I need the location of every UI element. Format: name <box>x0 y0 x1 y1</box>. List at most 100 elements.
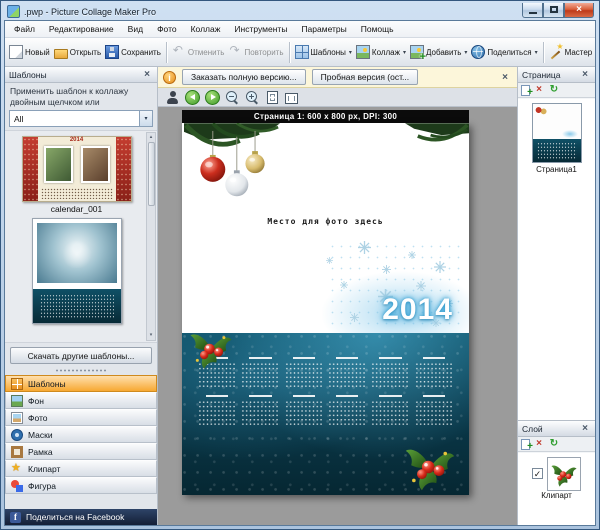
trial-version-button[interactable]: Пробная версия (ост... <box>312 69 419 85</box>
window-controls <box>522 3 594 18</box>
template-calendar-grid <box>41 188 113 199</box>
dropdown-arrow-icon[interactable] <box>403 49 406 56</box>
canvas-area[interactable]: Страница 1: 600 x 800 px, DPI: 300 <box>158 107 517 525</box>
window-title: .pwp - Picture Collage Maker Pro <box>24 7 518 17</box>
navigate-back-icon[interactable] <box>185 90 200 105</box>
close-panel-icon[interactable] <box>579 423 591 434</box>
chevron-down-icon[interactable] <box>139 111 152 126</box>
holly-clipart-thumbnail <box>550 461 578 488</box>
template-list-scrollbar[interactable] <box>146 132 156 341</box>
scrollbar-thumb[interactable] <box>148 142 155 206</box>
christmas-ornaments-decoration[interactable] <box>184 123 280 208</box>
zoom-in-icon[interactable] <box>245 90 260 105</box>
year-text[interactable]: 2014 <box>382 293 453 327</box>
collage-page[interactable]: Место для фото здесь 2014 <box>182 123 469 495</box>
template-thumbnail-2[interactable] <box>32 218 122 324</box>
sidebar-section-frame[interactable]: Рамка <box>5 443 157 460</box>
delete-page-icon[interactable] <box>533 84 545 96</box>
actual-size-icon[interactable] <box>303 90 318 105</box>
toolbar-button-save[interactable]: Сохранить <box>103 43 163 61</box>
toolbar-button-collage[interactable]: Коллаж <box>354 43 408 61</box>
add-layer-icon[interactable] <box>521 439 530 450</box>
shape-section-icon <box>11 480 23 492</box>
toolbar-button-new-page[interactable]: Новый <box>7 43 52 61</box>
template-year-label: 2014 <box>23 137 131 143</box>
templates-panel-title: Шаблоны <box>9 70 47 80</box>
toolbar-button-redo[interactable]: Повторить <box>226 43 285 61</box>
toolbar-button-wizard[interactable]: Мастер <box>547 43 595 61</box>
template-list: 2014 calendar_001 <box>5 130 157 343</box>
trial-notification-bar: i Заказать полную версию... Пробная верс… <box>158 67 517 88</box>
menu-item-options[interactable]: Параметры <box>294 22 353 36</box>
calendar-months-grid <box>197 355 454 427</box>
menu-item-photo[interactable]: Фото <box>150 22 184 36</box>
scroll-down-icon[interactable] <box>150 331 153 340</box>
page-info-bar: Страница 1: 600 x 800 px, DPI: 300 <box>182 110 469 123</box>
maximize-button[interactable] <box>543 3 564 18</box>
sidebar-section-photo[interactable]: Фото <box>5 409 157 426</box>
fit-page-icon[interactable] <box>267 91 278 104</box>
holly-decoration[interactable] <box>403 441 457 493</box>
menu-item-tools[interactable]: Инструменты <box>227 22 294 36</box>
menu-item-collage[interactable]: Коллаж <box>184 22 228 36</box>
buy-full-version-button[interactable]: Заказать полную версию... <box>182 69 306 85</box>
close-panel-icon[interactable] <box>579 69 591 80</box>
dropdown-arrow-icon[interactable] <box>464 49 467 56</box>
toolbar-button-undo[interactable]: Отменить <box>170 43 227 61</box>
facebook-icon: f <box>10 512 21 523</box>
snowflake-icon <box>350 313 359 322</box>
template-photo-slot <box>81 146 110 183</box>
redo-icon <box>228 45 242 59</box>
photo-placeholder-text[interactable]: Место для фото здесь <box>182 217 469 226</box>
holly-decoration[interactable] <box>188 327 234 371</box>
pages-panel: Страница Страница1 <box>518 67 595 421</box>
pages-list: Страница1 <box>518 98 595 420</box>
menu-item-help[interactable]: Помощь <box>354 22 401 36</box>
fit-width-icon[interactable] <box>285 93 298 104</box>
layer-visibility-checkbox[interactable] <box>532 468 543 479</box>
toolbar-button-add[interactable]: Добавить <box>408 43 469 61</box>
download-templates-button[interactable]: Скачать другие шаблоны... <box>10 347 152 364</box>
toolbar-button-help[interactable]: Справка <box>594 43 595 61</box>
menu-item-file[interactable]: Файл <box>7 22 42 36</box>
zoom-out-icon[interactable] <box>225 90 240 105</box>
toolbar-separator <box>543 42 544 63</box>
delete-layer-icon[interactable] <box>533 438 545 450</box>
facebook-share-bar[interactable]: f Поделиться на Facebook <box>5 509 157 525</box>
close-button[interactable] <box>564 3 594 18</box>
add-page-icon[interactable] <box>521 85 530 96</box>
navigate-forward-icon[interactable] <box>205 90 220 105</box>
calendar-month <box>327 355 367 389</box>
dropdown-arrow-icon[interactable] <box>349 49 352 56</box>
dropdown-arrow-icon[interactable] <box>535 49 538 56</box>
pages-panel-toolbar <box>518 83 595 98</box>
refresh-pages-icon[interactable] <box>548 84 560 96</box>
sidebar-section-clipart[interactable]: Клипарт <box>5 460 157 477</box>
refresh-layers-icon[interactable] <box>548 438 560 450</box>
user-icon[interactable] <box>165 90 180 105</box>
scroll-up-icon[interactable] <box>150 133 153 142</box>
sidebar-section-templates[interactable]: Шаблоны <box>5 375 157 392</box>
panel-splitter[interactable] <box>5 366 157 375</box>
toolbar-button-share[interactable]: Поделиться <box>469 43 539 61</box>
minimize-button[interactable] <box>522 3 543 18</box>
templates-sidebar: Шаблоны Применить шаблон к коллажу двойн… <box>5 67 158 525</box>
sidebar-section-shape[interactable]: Фигура <box>5 477 157 494</box>
toolbar-button-templates[interactable]: Шаблоны <box>293 43 354 61</box>
page-thumbnail-label: Страница1 <box>536 165 577 174</box>
template-category-select[interactable]: All <box>9 110 153 127</box>
sidebar-section-masks[interactable]: Маски <box>5 426 157 443</box>
layer-item[interactable]: Клипарт <box>532 457 581 500</box>
close-panel-icon[interactable] <box>141 69 153 80</box>
toolbar-button-open[interactable]: Открыть <box>52 44 103 61</box>
template-photo-slot <box>37 223 117 283</box>
snowflake-icon <box>408 251 416 259</box>
layer-thumbnail[interactable] <box>547 457 581 491</box>
template-thumbnail-calendar-001[interactable]: 2014 <box>22 136 132 202</box>
snowflake-icon <box>416 281 426 291</box>
close-notification-icon[interactable] <box>498 72 512 83</box>
menu-item-edit[interactable]: Редактирование <box>42 22 121 36</box>
page-thumbnail[interactable] <box>532 103 582 163</box>
sidebar-section-background[interactable]: Фон <box>5 392 157 409</box>
menu-item-view[interactable]: Вид <box>121 22 150 36</box>
